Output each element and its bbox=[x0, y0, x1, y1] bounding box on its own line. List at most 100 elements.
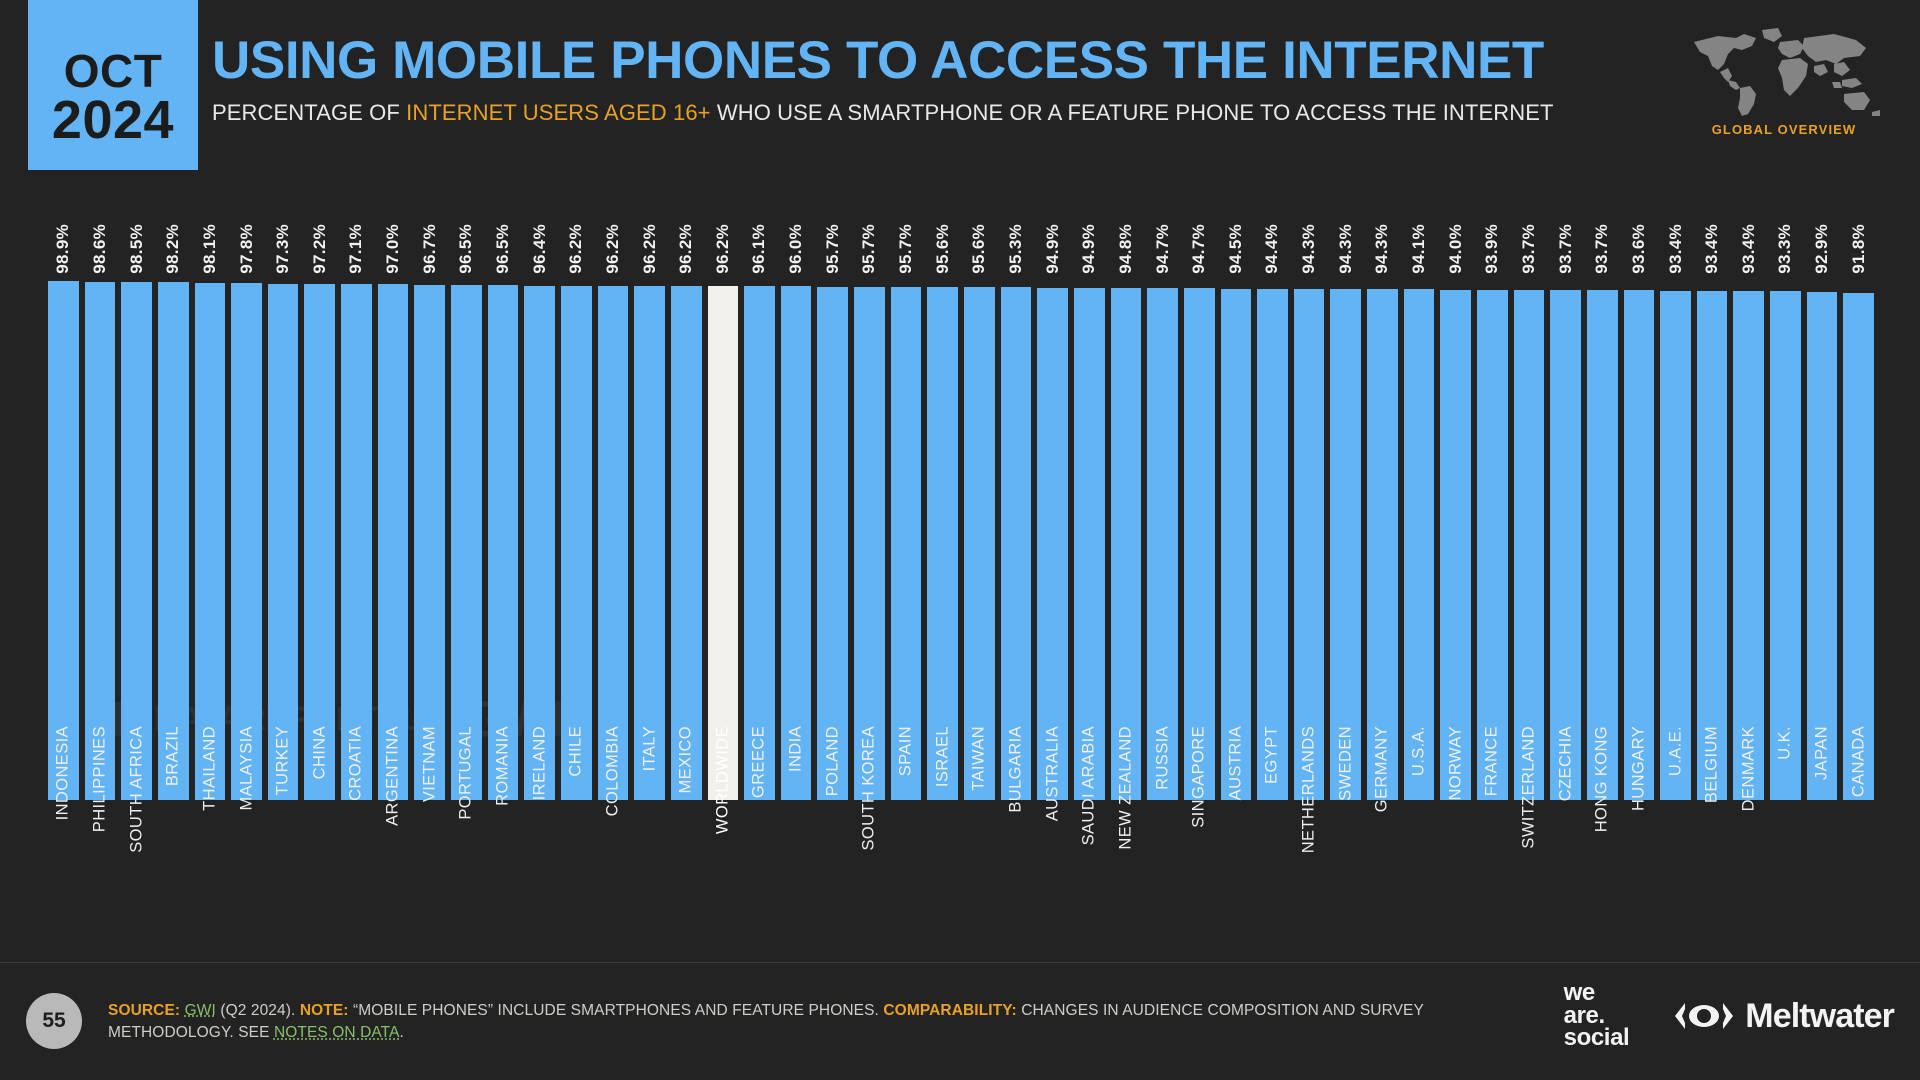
category-label: INDIA bbox=[786, 726, 805, 773]
bar-value-label: 95.7% bbox=[896, 224, 916, 274]
category-column: CHILE bbox=[561, 722, 592, 952]
region-label: GLOBAL OVERVIEW bbox=[1711, 122, 1857, 137]
bar-value-label: 94.0% bbox=[1445, 224, 1465, 274]
category-column: SOUTH AFRICA bbox=[121, 722, 152, 952]
category-label: CHINA bbox=[310, 726, 329, 780]
bar-value-label: 96.2% bbox=[602, 224, 622, 274]
category-label: U.S.A. bbox=[1409, 726, 1428, 777]
category-label: BELGIUM bbox=[1702, 726, 1721, 804]
category-column: AUSTRIA bbox=[1221, 722, 1252, 952]
category-label: POLAND bbox=[823, 726, 842, 797]
category-label: RUSSIA bbox=[1153, 726, 1172, 790]
category-column: WORLDWIDE bbox=[708, 722, 739, 952]
bar-value-label: 92.9% bbox=[1812, 224, 1832, 274]
category-column: TAIWAN bbox=[964, 722, 995, 952]
bar-value-label: 95.6% bbox=[969, 224, 989, 274]
category-column: INDONESIA bbox=[48, 722, 79, 952]
bar-value-label: 94.9% bbox=[1042, 224, 1062, 274]
title-block: USING MOBILE PHONES TO ACCESS THE INTERN… bbox=[212, 34, 1554, 126]
category-column: ISRAEL bbox=[927, 722, 958, 952]
notes-on-data-link[interactable]: NOTES ON DATA bbox=[274, 1024, 400, 1041]
category-label: ISRAEL bbox=[933, 726, 952, 788]
category-column: BULGARIA bbox=[1001, 722, 1032, 952]
category-label: IRELAND bbox=[530, 726, 549, 801]
region-badge: GLOBAL OVERVIEW bbox=[1676, 24, 1892, 152]
we-are-social-logo: we are. social bbox=[1563, 981, 1630, 1052]
category-column: U.A.E. bbox=[1660, 722, 1691, 952]
bar-value-label: 94.3% bbox=[1335, 224, 1355, 274]
bar-value-label: 95.7% bbox=[859, 224, 879, 274]
category-column: CHINA bbox=[304, 722, 335, 952]
category-column: NORWAY bbox=[1440, 722, 1471, 952]
category-label: ROMANIA bbox=[493, 726, 512, 806]
was-line-3: social bbox=[1563, 1024, 1630, 1052]
category-label: SPAIN bbox=[896, 726, 915, 777]
category-column: AUSTRALIA bbox=[1037, 722, 1068, 952]
bar-value-label: 96.2% bbox=[712, 224, 732, 274]
category-column: SAUDI ARABIA bbox=[1074, 722, 1105, 952]
bar-value-label: 96.5% bbox=[456, 224, 476, 274]
category-label: INDONESIA bbox=[53, 726, 72, 821]
category-label: CHILE bbox=[566, 726, 585, 777]
world-map-icon bbox=[1694, 28, 1880, 116]
category-label: PHILIPPINES bbox=[90, 726, 109, 833]
category-label: COLOMBIA bbox=[603, 726, 622, 817]
category-label: SINGAPORE bbox=[1189, 726, 1208, 828]
bar-value-label: 93.7% bbox=[1592, 224, 1612, 274]
category-label: NORWAY bbox=[1446, 726, 1465, 801]
bar-value-label: 96.4% bbox=[529, 224, 549, 274]
category-axis: INDONESIA PHILIPPINES SOUTH AFRICA BRAZIL TH… bbox=[48, 722, 1874, 952]
category-label: EGYPT bbox=[1262, 726, 1281, 784]
category-column: POLAND bbox=[817, 722, 848, 952]
comparability-label: COMPARABILITY: bbox=[883, 1002, 1017, 1019]
category-label: ARGENTINA bbox=[383, 726, 402, 826]
category-column: ROMANIA bbox=[488, 722, 519, 952]
category-column: SWEDEN bbox=[1330, 722, 1361, 952]
category-column: SOUTH KOREA bbox=[854, 722, 885, 952]
bar-value-label: 93.9% bbox=[1482, 224, 1502, 274]
meltwater-wordmark: Meltwater bbox=[1745, 996, 1895, 1035]
category-label: SWITZERLAND bbox=[1519, 726, 1538, 849]
bar-value-label: 98.9% bbox=[53, 224, 73, 274]
bar-value-label: 91.8% bbox=[1848, 224, 1868, 274]
category-label: DENMARK bbox=[1739, 726, 1758, 812]
bar-value-label: 94.3% bbox=[1372, 224, 1392, 274]
category-column: RUSSIA bbox=[1147, 722, 1178, 952]
source-link[interactable]: GWI bbox=[185, 1002, 216, 1019]
date-month: OCT bbox=[63, 45, 163, 97]
footnote: SOURCE: GWI (Q2 2024). NOTE: “MOBILE PHO… bbox=[108, 1000, 1468, 1045]
page-title: USING MOBILE PHONES TO ACCESS THE INTERN… bbox=[212, 31, 1544, 90]
category-column: CANADA bbox=[1843, 722, 1874, 952]
category-label: BRAZIL bbox=[163, 726, 182, 787]
category-label: U.K. bbox=[1775, 726, 1794, 760]
category-label: BULGARIA bbox=[1006, 726, 1025, 813]
category-label: NEW ZEALAND bbox=[1116, 726, 1135, 850]
bar-value-label: 93.4% bbox=[1702, 224, 1722, 274]
category-label: TURKEY bbox=[273, 726, 292, 796]
bar-value-label: 97.8% bbox=[236, 224, 256, 274]
category-column: SWITZERLAND bbox=[1514, 722, 1545, 952]
category-label: WORLDWIDE bbox=[713, 726, 732, 835]
bar-value-label: 96.2% bbox=[676, 224, 696, 274]
bar-value-label: 94.5% bbox=[1225, 224, 1245, 274]
category-label: CANADA bbox=[1849, 726, 1868, 798]
bar-value-label: 96.0% bbox=[786, 224, 806, 274]
bar-value-label: 94.9% bbox=[1079, 224, 1099, 274]
category-label: SOUTH KOREA bbox=[859, 726, 878, 851]
bar-value-label: 94.3% bbox=[1299, 224, 1319, 274]
category-column: NEW ZEALAND bbox=[1111, 722, 1142, 952]
category-column: JAPAN bbox=[1807, 722, 1838, 952]
bar-value-label: 96.5% bbox=[493, 224, 512, 274]
category-label: FRANCE bbox=[1482, 726, 1501, 797]
subtitle-highlight: INTERNET USERS AGED 16+ bbox=[406, 100, 711, 125]
bar-value-label: 98.2% bbox=[163, 224, 183, 274]
category-label: HONG KONG bbox=[1592, 726, 1611, 833]
date-badge: OCT 2024 bbox=[28, 0, 198, 170]
bar-value-label: 93.3% bbox=[1775, 224, 1795, 274]
bar-value-label: 94.7% bbox=[1152, 224, 1172, 274]
meltwater-logo: Meltwater bbox=[1673, 996, 1895, 1036]
brand-logos: we are. social Meltwater bbox=[1563, 978, 1895, 1054]
bar-value-label: 94.4% bbox=[1262, 224, 1282, 274]
category-label: SAUDI ARABIA bbox=[1079, 726, 1098, 846]
footer-divider bbox=[0, 962, 1920, 963]
